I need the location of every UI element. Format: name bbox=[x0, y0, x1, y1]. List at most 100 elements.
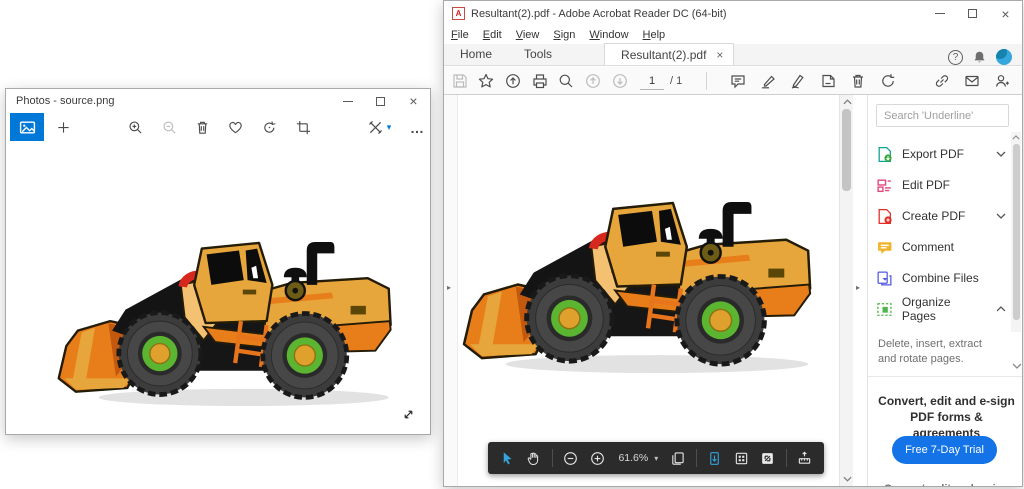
link-icon bbox=[934, 73, 950, 89]
fit-to-window-button[interactable] bbox=[401, 407, 416, 422]
tools-search-input[interactable] bbox=[876, 104, 1009, 127]
menu-edit[interactable]: Edit bbox=[476, 29, 509, 41]
minimize-button[interactable] bbox=[331, 89, 364, 113]
photos-canvas bbox=[6, 142, 430, 434]
scrollbar-thumb[interactable] bbox=[1013, 144, 1020, 320]
see-all-photos-button[interactable] bbox=[10, 113, 44, 141]
close-button[interactable]: × bbox=[397, 89, 430, 113]
photos-caption-buttons: × bbox=[331, 89, 430, 113]
page-up-icon bbox=[585, 73, 601, 89]
tab-document[interactable]: Resultant(2).pdf × bbox=[604, 43, 734, 65]
page-down-icon bbox=[612, 73, 628, 89]
rotate-pages-button[interactable] bbox=[877, 70, 899, 92]
fill-sign-button[interactable] bbox=[787, 70, 809, 92]
close-button[interactable]: × bbox=[989, 1, 1022, 26]
tool-create-pdf[interactable]: Create PDF bbox=[876, 204, 1006, 228]
menu-sign[interactable]: Sign bbox=[546, 29, 582, 41]
tool-label: Organize Pages bbox=[902, 295, 987, 323]
share-link-button[interactable] bbox=[931, 70, 953, 92]
find-button[interactable] bbox=[555, 70, 577, 92]
acrobat-toolbar: / 1 bbox=[444, 67, 1022, 95]
tool-comment[interactable]: Comment bbox=[876, 235, 1006, 259]
photos-window-title: Photos - source.png bbox=[6, 95, 114, 107]
expand-nav-pane-button[interactable]: ▸ bbox=[447, 283, 451, 292]
highlighter-icon bbox=[760, 73, 776, 89]
chevron-down-icon[interactable] bbox=[996, 213, 1006, 219]
tools-panel-scrollbar[interactable] bbox=[1011, 132, 1021, 332]
maximize-icon bbox=[968, 9, 977, 18]
email-button[interactable] bbox=[961, 70, 983, 92]
next-page-button[interactable] bbox=[609, 70, 631, 92]
delete-button[interactable] bbox=[189, 115, 215, 141]
free-trial-button[interactable]: Free 7-Day Trial bbox=[892, 436, 997, 464]
zoom-out-button[interactable] bbox=[156, 115, 182, 141]
tools-panel-toggle-strip: ▸ bbox=[853, 95, 867, 486]
page-thumbnails-button[interactable] bbox=[666, 445, 688, 471]
person-plus-icon bbox=[994, 73, 1010, 89]
help-button[interactable]: ? bbox=[948, 50, 963, 65]
section-chevron-down-icon[interactable] bbox=[1012, 363, 1022, 369]
select-tool-button[interactable] bbox=[496, 445, 518, 471]
collapse-tools-panel-button[interactable]: ▸ bbox=[856, 283, 860, 292]
crop-button[interactable] bbox=[290, 115, 316, 141]
menu-help[interactable]: Help bbox=[636, 29, 673, 41]
zoom-dropdown-caret[interactable]: ▾ bbox=[654, 454, 662, 463]
add-to-button[interactable] bbox=[50, 115, 76, 141]
zoom-level-value[interactable]: 61.6% bbox=[612, 452, 650, 464]
tool-edit-pdf[interactable]: Edit PDF bbox=[876, 173, 1006, 197]
save-button[interactable] bbox=[449, 70, 471, 92]
comment-button[interactable] bbox=[727, 70, 749, 92]
cursor-icon bbox=[500, 451, 515, 466]
scroll-up-icon[interactable] bbox=[1012, 135, 1020, 140]
favorite-button[interactable] bbox=[222, 115, 248, 141]
highlight-button[interactable] bbox=[757, 70, 779, 92]
menu-file[interactable]: File bbox=[444, 29, 476, 41]
printer-icon bbox=[532, 73, 548, 89]
stamp-button[interactable] bbox=[817, 70, 839, 92]
acrobat-menubar: File Edit View Sign Window Help bbox=[444, 26, 1022, 44]
scroll-down-icon[interactable] bbox=[843, 476, 852, 482]
tool-combine-files[interactable]: Combine Files bbox=[876, 266, 1006, 290]
fit-one-page-button[interactable] bbox=[730, 445, 752, 471]
tool-organize-pages[interactable]: Organize Pages bbox=[876, 297, 1006, 321]
tools-panel: Export PDF Edit PDF Create PDF Comment C… bbox=[867, 95, 1022, 486]
page-number-input[interactable] bbox=[640, 72, 664, 90]
previous-page-button[interactable] bbox=[582, 70, 604, 92]
tab-close-icon[interactable]: × bbox=[716, 48, 723, 62]
scrolling-mode-button[interactable] bbox=[704, 445, 726, 471]
source-image-wheel-loader bbox=[53, 235, 425, 412]
notifications-bell-icon[interactable] bbox=[972, 50, 987, 65]
edit-create-dropdown[interactable]: ▾ bbox=[382, 115, 396, 141]
chevron-down-icon[interactable] bbox=[996, 151, 1006, 157]
delete-pages-button[interactable] bbox=[847, 70, 869, 92]
star-button[interactable] bbox=[475, 70, 497, 92]
fullscreen-button[interactable] bbox=[756, 445, 778, 471]
see-more-button[interactable]: … bbox=[404, 115, 430, 141]
share-upload-button[interactable] bbox=[502, 70, 524, 92]
document-scrollbar[interactable] bbox=[839, 95, 853, 486]
tool-export-pdf[interactable]: Export PDF bbox=[876, 142, 1006, 166]
trash-icon bbox=[195, 120, 210, 135]
minimize-button[interactable] bbox=[923, 1, 956, 26]
tab-home[interactable]: Home bbox=[444, 44, 508, 65]
scrollbar-thumb[interactable] bbox=[842, 109, 851, 191]
account-avatar[interactable] bbox=[996, 49, 1012, 65]
chevron-up-icon[interactable] bbox=[996, 306, 1006, 312]
hand-tool-button[interactable] bbox=[522, 445, 544, 471]
menu-window[interactable]: Window bbox=[582, 29, 635, 41]
zoom-in-button[interactable] bbox=[586, 445, 608, 471]
rotate-button[interactable] bbox=[256, 115, 282, 141]
scroll-up-icon[interactable] bbox=[843, 99, 852, 105]
zoom-out-button[interactable] bbox=[560, 445, 582, 471]
print-button[interactable] bbox=[529, 70, 551, 92]
menu-view[interactable]: View bbox=[509, 29, 547, 41]
maximize-button[interactable] bbox=[956, 1, 989, 26]
clipped-promo-text: Convert, edit and e-sign PDF forms & agr… bbox=[876, 483, 1017, 487]
tab-tools[interactable]: Tools bbox=[508, 44, 568, 65]
zoom-in-button[interactable] bbox=[122, 115, 148, 141]
account-add-button[interactable] bbox=[991, 70, 1013, 92]
maximize-button[interactable] bbox=[364, 89, 397, 113]
sign-pen-icon bbox=[790, 73, 806, 89]
diagonal-resize-icon bbox=[401, 407, 416, 422]
measure-upload-button[interactable] bbox=[794, 445, 816, 471]
